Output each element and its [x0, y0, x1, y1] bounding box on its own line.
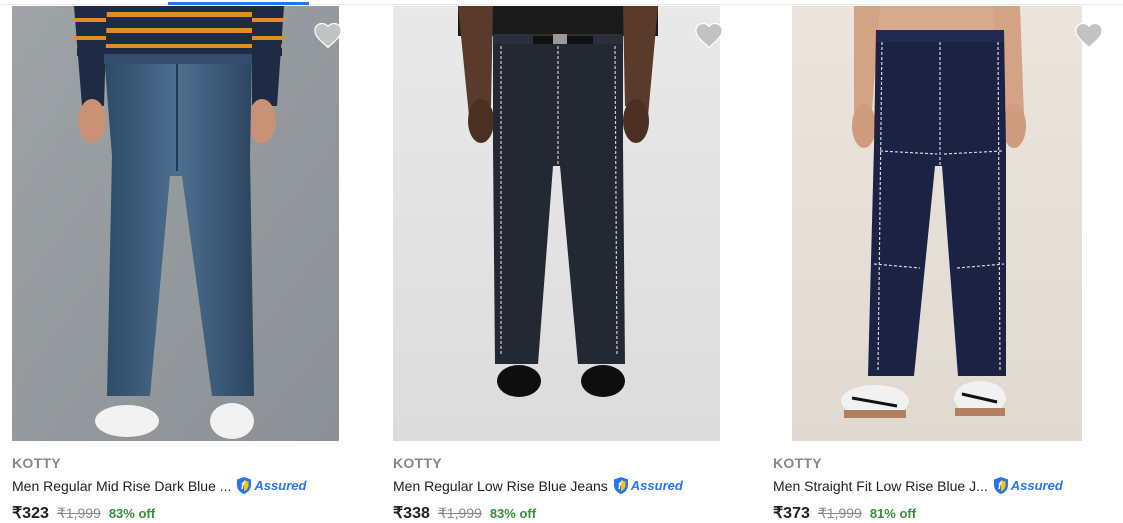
product-card[interactable]: KOTTY Men Regular Mid Rise Dark Blue ...…	[12, 6, 372, 522]
product-image[interactable]	[12, 6, 339, 441]
shield-icon: f	[993, 477, 1008, 494]
assured-label: Assured	[630, 478, 683, 493]
product-title-row[interactable]: Men Regular Mid Rise Dark Blue ... f Ass…	[12, 476, 306, 495]
heart-icon[interactable]	[1074, 21, 1104, 49]
heart-icon[interactable]	[694, 21, 724, 49]
assured-badge: f Assured	[992, 476, 1063, 495]
selling-price: ₹373	[773, 505, 810, 522]
product-title[interactable]: Men Regular Low Rise Blue Jeans	[393, 478, 608, 494]
price-row: ₹338 ₹1,999 83% off	[393, 503, 536, 523]
product-brand: KOTTY	[773, 455, 822, 471]
assured-badge: f Assured	[235, 476, 306, 495]
shield-icon: f	[237, 477, 252, 494]
product-title[interactable]: Men Straight Fit Low Rise Blue J...	[773, 478, 988, 494]
price-row: ₹323 ₹1,999 83% off	[12, 503, 155, 523]
assured-label: Assured	[1010, 478, 1063, 493]
product-card[interactable]: KOTTY Men Regular Low Rise Blue Jeans f …	[393, 6, 753, 522]
product-image[interactable]	[393, 6, 720, 441]
heart-icon[interactable]	[313, 21, 343, 49]
product-title-row[interactable]: Men Straight Fit Low Rise Blue J... f As…	[773, 476, 1063, 495]
product-brand: KOTTY	[12, 455, 61, 471]
assured-badge: f Assured	[612, 476, 683, 495]
price-row: ₹373 ₹1,999 81% off	[773, 503, 916, 523]
product-card[interactable]: KOTTY Men Straight Fit Low Rise Blue J..…	[773, 6, 1123, 522]
product-title-row[interactable]: Men Regular Low Rise Blue Jeans f Assure…	[393, 476, 683, 495]
assured-label: Assured	[254, 478, 307, 493]
product-title[interactable]: Men Regular Mid Rise Dark Blue ...	[12, 478, 231, 494]
product-image[interactable]	[792, 6, 1101, 441]
selling-price: ₹338	[393, 505, 430, 522]
shield-icon: f	[613, 477, 628, 494]
product-brand: KOTTY	[393, 455, 442, 471]
selling-price: ₹323	[12, 505, 49, 522]
active-tab-indicator	[168, 2, 309, 5]
